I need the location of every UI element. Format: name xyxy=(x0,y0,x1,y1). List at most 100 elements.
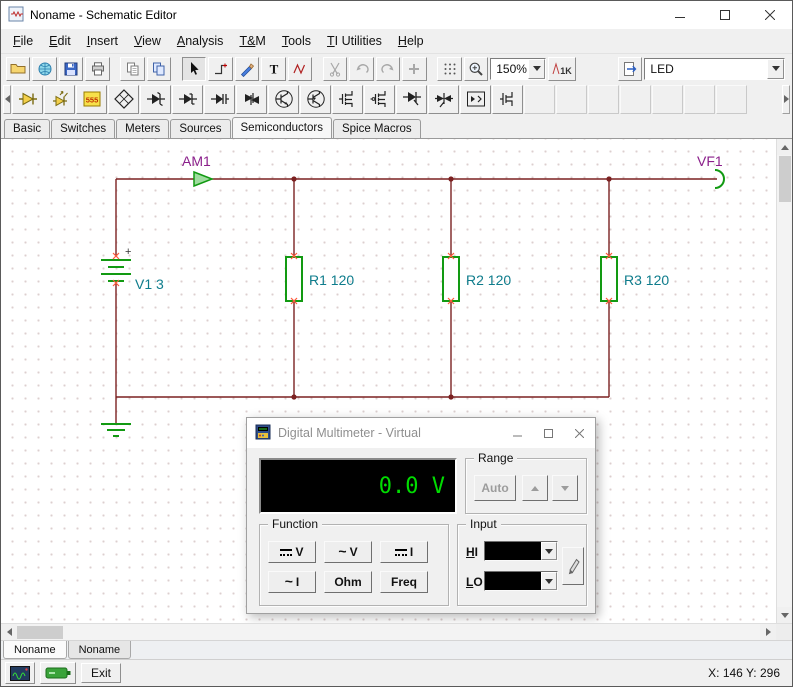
component-igbt-button[interactable] xyxy=(492,85,523,114)
sheet-tab-noname-1[interactable]: Noname xyxy=(3,641,67,659)
copy-button[interactable] xyxy=(120,57,144,81)
component-pnp-transistor-button[interactable] xyxy=(300,85,331,114)
schematic-canvas[interactable]: + AM1 VF1 V1 3 R xyxy=(1,138,792,623)
scroll-left-button[interactable] xyxy=(1,624,17,640)
component-zener-diode-button[interactable] xyxy=(140,85,171,114)
vertical-scrollbar[interactable] xyxy=(776,139,792,623)
hi-combo-drop-button[interactable] xyxy=(541,542,557,560)
vertical-scroll-thumb[interactable] xyxy=(779,156,791,202)
menu-tools[interactable]: Tools xyxy=(274,31,319,51)
multimeter-maximize-button[interactable] xyxy=(533,418,564,448)
tab-basic[interactable]: Basic xyxy=(4,119,50,139)
component-search-combo[interactable]: LED xyxy=(644,58,785,80)
tab-semiconductors[interactable]: Semiconductors xyxy=(232,117,332,138)
component-triac-button[interactable] xyxy=(428,85,459,114)
lo-combo-drop-button[interactable] xyxy=(541,572,557,590)
sheet-tab-noname-2[interactable]: Noname xyxy=(68,641,132,659)
macro-button[interactable] xyxy=(618,57,642,81)
open-from-web-button[interactable] xyxy=(32,57,56,81)
circuit-wires[interactable] xyxy=(116,179,717,423)
ac-1k-button[interactable]: 1K xyxy=(548,57,576,81)
save-button[interactable] xyxy=(59,57,83,81)
exit-button[interactable]: Exit xyxy=(81,663,121,683)
probe-button[interactable] xyxy=(562,547,584,585)
minimize-button[interactable] xyxy=(657,1,702,29)
component-varicap-diode-button[interactable] xyxy=(204,85,235,114)
cut-button[interactable] xyxy=(323,57,347,81)
menu-view[interactable]: View xyxy=(126,31,169,51)
waveform-tool-button[interactable] xyxy=(288,57,312,81)
dc-current-button[interactable]: I xyxy=(380,541,428,563)
component-optocoupler-button[interactable] xyxy=(460,85,491,114)
zoom-button[interactable] xyxy=(464,57,488,81)
scroll-up-button[interactable] xyxy=(777,139,793,155)
text-tool-button[interactable]: T xyxy=(261,57,285,81)
component-diode-button[interactable] xyxy=(12,85,43,114)
menu-analysis[interactable]: Analysis xyxy=(169,31,232,51)
function-button-label: Ohm xyxy=(334,575,361,589)
open-button[interactable] xyxy=(6,57,30,81)
component-scr-button[interactable] xyxy=(396,85,427,114)
multimeter-title-bar[interactable]: Digital Multimeter - Virtual xyxy=(247,418,595,448)
dc-voltage-button[interactable]: V xyxy=(268,541,316,563)
scroll-down-button[interactable] xyxy=(777,607,793,623)
component-scroll-right[interactable] xyxy=(782,85,790,114)
instrument-mode-button[interactable] xyxy=(5,662,35,684)
component-npn-transistor-button[interactable] xyxy=(268,85,299,114)
maximize-button[interactable] xyxy=(702,1,747,29)
hi-input-combo[interactable] xyxy=(484,541,558,561)
menu-help[interactable]: Help xyxy=(390,31,432,51)
pen-tool-button[interactable] xyxy=(235,57,259,81)
component-led-button[interactable] xyxy=(44,85,75,114)
range-up-button[interactable] xyxy=(522,475,548,501)
menu-insert[interactable]: Insert xyxy=(79,31,126,51)
menu-ti-utilities[interactable]: TI Utilities xyxy=(319,31,390,51)
freq-button[interactable]: Freq xyxy=(380,571,428,593)
voltage-pin-label: VF1 xyxy=(697,153,723,169)
tab-spice-macros[interactable]: Spice Macros xyxy=(333,119,421,139)
close-button[interactable] xyxy=(747,1,792,29)
component-bridge-rectifier-button[interactable] xyxy=(108,85,139,114)
menu-tm[interactable]: T&M xyxy=(231,31,273,51)
tab-sources[interactable]: Sources xyxy=(170,119,230,139)
component-diac-button[interactable] xyxy=(236,85,267,114)
zoom-combo-drop-button[interactable] xyxy=(528,59,545,79)
tab-switches[interactable]: Switches xyxy=(51,119,115,139)
paste-button[interactable] xyxy=(147,57,171,81)
battery-icon xyxy=(45,666,71,680)
component-nmos-transistor-button[interactable] xyxy=(332,85,363,114)
grid-toggle-button[interactable] xyxy=(437,57,461,81)
zoom-level-combo[interactable]: 150% xyxy=(490,58,546,80)
ammeter-symbol[interactable] xyxy=(194,172,212,186)
voltage-source-symbol[interactable] xyxy=(101,260,131,281)
wire-tool-button[interactable] xyxy=(208,57,232,81)
add-button[interactable] xyxy=(402,57,426,81)
component-pmos-transistor-button[interactable] xyxy=(364,85,395,114)
ground-symbol[interactable] xyxy=(101,424,131,436)
multimeter-close-button[interactable] xyxy=(564,418,595,448)
range-auto-button[interactable]: Auto xyxy=(474,475,516,501)
scroll-right-button[interactable] xyxy=(760,624,776,640)
redo-button[interactable] xyxy=(376,57,400,81)
multimeter-minimize-button[interactable] xyxy=(502,418,533,448)
component-combo-drop-button[interactable] xyxy=(767,59,784,79)
power-mode-button[interactable] xyxy=(40,662,76,684)
lo-input-combo[interactable] xyxy=(484,571,558,591)
component-scroll-left[interactable] xyxy=(3,85,11,114)
print-button[interactable] xyxy=(85,57,109,81)
menu-edit[interactable]: Edit xyxy=(41,31,79,51)
horizontal-scrollbar[interactable] xyxy=(1,623,776,640)
ac-voltage-button[interactable]: V xyxy=(324,541,372,563)
component-timer-555-button[interactable]: 555 xyxy=(76,85,107,114)
range-down-button[interactable] xyxy=(552,475,578,501)
schottky-diode-icon xyxy=(177,88,199,110)
undo-button[interactable] xyxy=(349,57,373,81)
component-schottky-diode-button[interactable] xyxy=(172,85,203,114)
ac-current-button[interactable]: I xyxy=(268,571,316,593)
select-tool-button[interactable] xyxy=(182,57,206,81)
tab-meters[interactable]: Meters xyxy=(116,119,169,139)
multimeter-dialog[interactable]: Digital Multimeter - Virtual 0.0 V Range… xyxy=(246,417,596,614)
ohm-button[interactable]: Ohm xyxy=(324,571,372,593)
menu-file[interactable]: File xyxy=(5,31,41,51)
horizontal-scroll-thumb[interactable] xyxy=(17,626,63,639)
